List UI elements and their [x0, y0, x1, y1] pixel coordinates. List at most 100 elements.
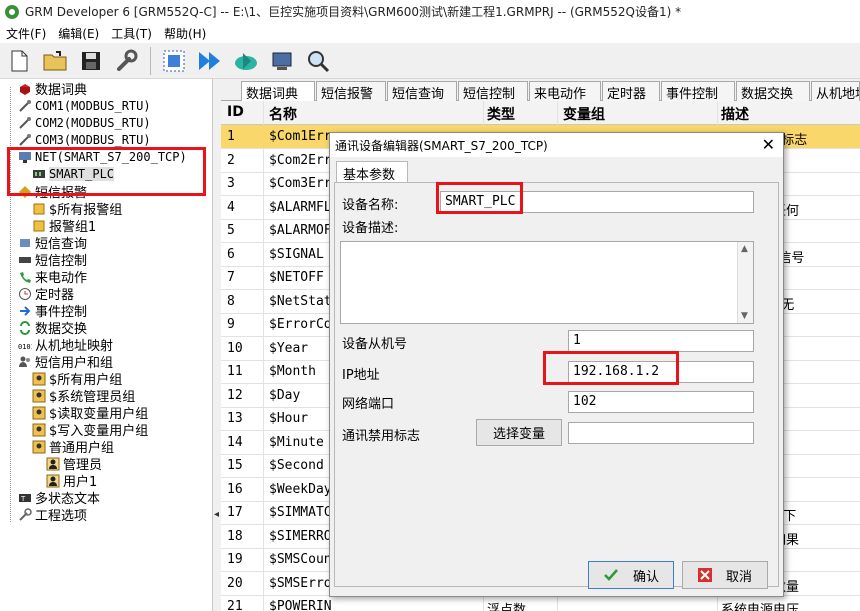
plc-device-icon — [32, 167, 46, 181]
tree-item-admin-user[interactable]: 管理员 — [46, 455, 102, 473]
column-header-id[interactable]: ID — [227, 104, 244, 120]
tree-item-net[interactable]: NET(SMART_S7_200_TCP) — [18, 148, 187, 165]
tab-sms-query[interactable]: 短信查询 — [387, 81, 457, 101]
tree-item-sms-alarm[interactable]: 短信报警 — [18, 183, 87, 201]
column-header-type[interactable]: 类型 — [487, 104, 515, 124]
event-control-icon — [18, 304, 32, 318]
ok-button[interactable]: 确认 — [588, 561, 674, 589]
cell-id: 17 — [227, 505, 243, 520]
grid-header: ID 名称 类型 变量组 描述 — [221, 101, 860, 125]
cell-id: 21 — [227, 599, 243, 611]
scroll-down-icon[interactable]: ▼ — [741, 311, 748, 321]
slave-no-input[interactable]: 1 — [568, 330, 754, 352]
tab-data-exchange[interactable]: 数据交换 — [736, 81, 810, 101]
tree-item-user-1[interactable]: 用户1 — [46, 472, 97, 490]
tab-sms-alarm[interactable]: 短信报警 — [316, 81, 386, 101]
tab-timer[interactable]: 定时器 — [602, 81, 660, 101]
com-port-icon — [18, 116, 32, 130]
tree-item-all-user-groups[interactable]: $所有用户组 — [32, 370, 122, 388]
tree-item-multi-state-text[interactable]: T 多状态文本 — [18, 489, 100, 507]
tree-item-smart-plc[interactable]: SMART_PLC — [32, 165, 115, 182]
tab-address-map[interactable]: 从机地址 — [811, 81, 860, 101]
tree-item-event-control[interactable]: 事件控制 — [18, 302, 87, 320]
tree-item-all-alarm-groups[interactable]: $所有报警组 — [32, 200, 122, 218]
tab-sms-control[interactable]: 短信控制 — [458, 81, 528, 101]
tree-item-com1[interactable]: COM1(MODBUS_RTU) — [18, 97, 151, 114]
cell-id: 14 — [227, 434, 243, 450]
cell-name: $SIMMATC — [269, 505, 332, 520]
menu-tools[interactable]: 工具(T) — [105, 25, 158, 42]
new-file-icon — [11, 50, 28, 71]
tree-item-project-options[interactable]: 工程选项 — [18, 506, 87, 524]
table-row[interactable]: 21 $POWERIN 浮点数 系统电源电压 — [221, 595, 860, 611]
device-editor-dialog: 通讯设备编辑器(SMART_S7_200_TCP) ✕ 基本参数 设备名称: S… — [329, 132, 784, 597]
column-header-name[interactable]: 名称 — [269, 104, 297, 124]
compile-button[interactable] — [159, 46, 189, 76]
simulate-button[interactable] — [267, 46, 297, 76]
new-file-button[interactable] — [4, 46, 34, 76]
tools-button[interactable] — [112, 46, 142, 76]
textarea-scrollbar[interactable]: ▲ ▼ — [737, 242, 753, 323]
tree-item-write-var-group[interactable]: $写入变量用户组 — [32, 421, 148, 439]
cell-id: 5 — [227, 223, 235, 238]
tree-item-normal-user-group[interactable]: 普通用户组 — [32, 438, 114, 456]
cell-name: $Com1Err — [269, 129, 332, 144]
cell-name: $WeekDay — [269, 481, 332, 497]
device-desc-textarea[interactable]: ▲ ▼ — [340, 241, 754, 324]
menu-help[interactable]: 帮助(H) — [158, 25, 212, 42]
project-tree: 数据词典 COM1(MODBUS_RTU) COM2(MODBUS_RTU) C… — [0, 79, 213, 611]
select-variable-button[interactable]: 选择变量 — [476, 419, 562, 446]
alarm-group-icon — [32, 219, 46, 233]
sms-alarm-icon — [18, 185, 32, 199]
cell-name: $NetStat — [269, 293, 332, 309]
tree-item-alarm-group-1[interactable]: 报警组1 — [32, 217, 96, 235]
ip-address-input[interactable]: 192.168.1.2 — [568, 361, 754, 383]
tree-item-sms-users[interactable]: 短信用户和组 — [18, 353, 113, 371]
cell-name: $SIGNAL — [269, 246, 324, 262]
disable-flag-input[interactable] — [568, 422, 754, 444]
column-header-desc[interactable]: 描述 — [721, 104, 749, 124]
open-file-button[interactable] — [40, 46, 70, 76]
save-button[interactable] — [76, 46, 106, 76]
download-button[interactable] — [195, 46, 225, 76]
tree-item-address-map[interactable]: 0101 从机地址映射 — [18, 336, 113, 354]
menu-file[interactable]: 文件(F) — [0, 25, 52, 42]
tree-item-data-exchange[interactable]: 数据交换 — [18, 319, 87, 337]
cell-name: $ErrorCo — [269, 317, 332, 332]
data-dictionary-icon — [18, 82, 32, 96]
user-group-icon — [32, 423, 46, 437]
close-icon[interactable]: ✕ — [762, 135, 775, 154]
scroll-up-icon[interactable]: ▲ — [741, 244, 748, 254]
search-button[interactable] — [303, 46, 333, 76]
device-name-input[interactable]: SMART_PLC — [440, 191, 754, 213]
tab-bar: 数据词典 短信报警 短信查询 短信控制 来电动作 定时器 事件控制 数据交换 从… — [221, 79, 860, 102]
cell-name: $SMSErro — [269, 575, 332, 591]
tree-item-sysadmin-group[interactable]: $系统管理员组 — [32, 387, 135, 405]
upload-button[interactable] — [231, 46, 261, 76]
cell-name: $POWERIN — [269, 599, 332, 611]
tree-item-com3[interactable]: COM3(MODBUS_RTU) — [18, 131, 151, 148]
user-icon — [46, 457, 60, 471]
cell-id: 19 — [227, 552, 243, 567]
tree-item-incoming-call[interactable]: 来电动作 — [18, 268, 87, 286]
column-header-var-group[interactable]: 变量组 — [563, 104, 605, 124]
tree-item-data-dictionary[interactable]: 数据词典 — [18, 80, 87, 98]
tree-item-sms-control[interactable]: 短信控制 — [18, 251, 87, 269]
tab-event-control[interactable]: 事件控制 — [661, 81, 735, 101]
tab-incoming-call[interactable]: 来电动作 — [529, 81, 601, 101]
tree-item-timer[interactable]: 定时器 — [18, 285, 74, 303]
tree-item-sms-query[interactable]: 短信查询 — [18, 234, 87, 252]
menu-edit[interactable]: 编辑(E) — [52, 25, 105, 42]
com-port-icon — [18, 133, 32, 147]
tree-item-read-var-group[interactable]: $读取变量用户组 — [32, 404, 148, 422]
device-desc-label: 设备描述: — [342, 221, 399, 236]
cell-id: 16 — [227, 481, 243, 497]
data-exchange-icon — [18, 320, 32, 335]
panel-splitter[interactable]: ◂ — [213, 79, 221, 611]
cancel-button[interactable]: 取消 — [682, 561, 768, 589]
network-port-input[interactable]: 102 — [568, 391, 754, 413]
tab-basic-params[interactable]: 基本参数 — [336, 161, 408, 183]
cancel-x-icon — [697, 568, 712, 582]
tree-item-com2[interactable]: COM2(MODBUS_RTU) — [18, 114, 151, 131]
tab-data-dictionary[interactable]: 数据词典 — [241, 81, 315, 102]
